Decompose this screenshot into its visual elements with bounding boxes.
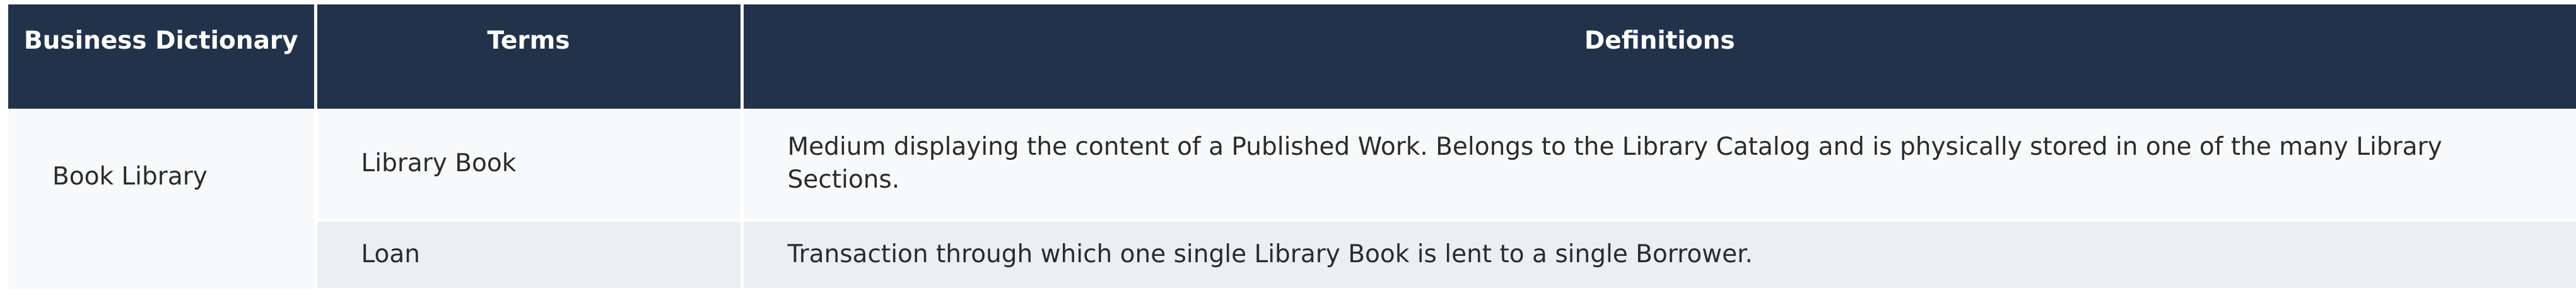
term-cell: Library Book: [313, 109, 742, 220]
definition-cell: Medium displaying the content of a Publi…: [740, 109, 2576, 220]
header-definitions: Definitions: [740, 4, 2576, 109]
header-business-dictionary: Business Dictionary: [8, 4, 315, 109]
table-row: Loan Transaction through which one singl…: [8, 218, 2576, 291]
term-cell: Loan: [313, 218, 742, 291]
table-row: Book Library Library Book Medium display…: [8, 109, 2576, 289]
header-row: Business Dictionary Terms Definitions: [8, 4, 2576, 109]
dictionary-name-cell: Book Library: [8, 109, 315, 289]
table-body: Book Library Library Book Medium display…: [8, 109, 2576, 291]
table-header: Business Dictionary Terms Definitions: [8, 4, 2576, 109]
business-dictionary-table: Business Dictionary Terms Definitions Bo…: [8, 4, 2576, 291]
definition-cell: Transaction through which one single Lib…: [740, 218, 2576, 291]
business-dictionary-table-container: Business Dictionary Terms Definitions Bo…: [8, 4, 2576, 302]
header-terms: Terms: [313, 4, 742, 109]
